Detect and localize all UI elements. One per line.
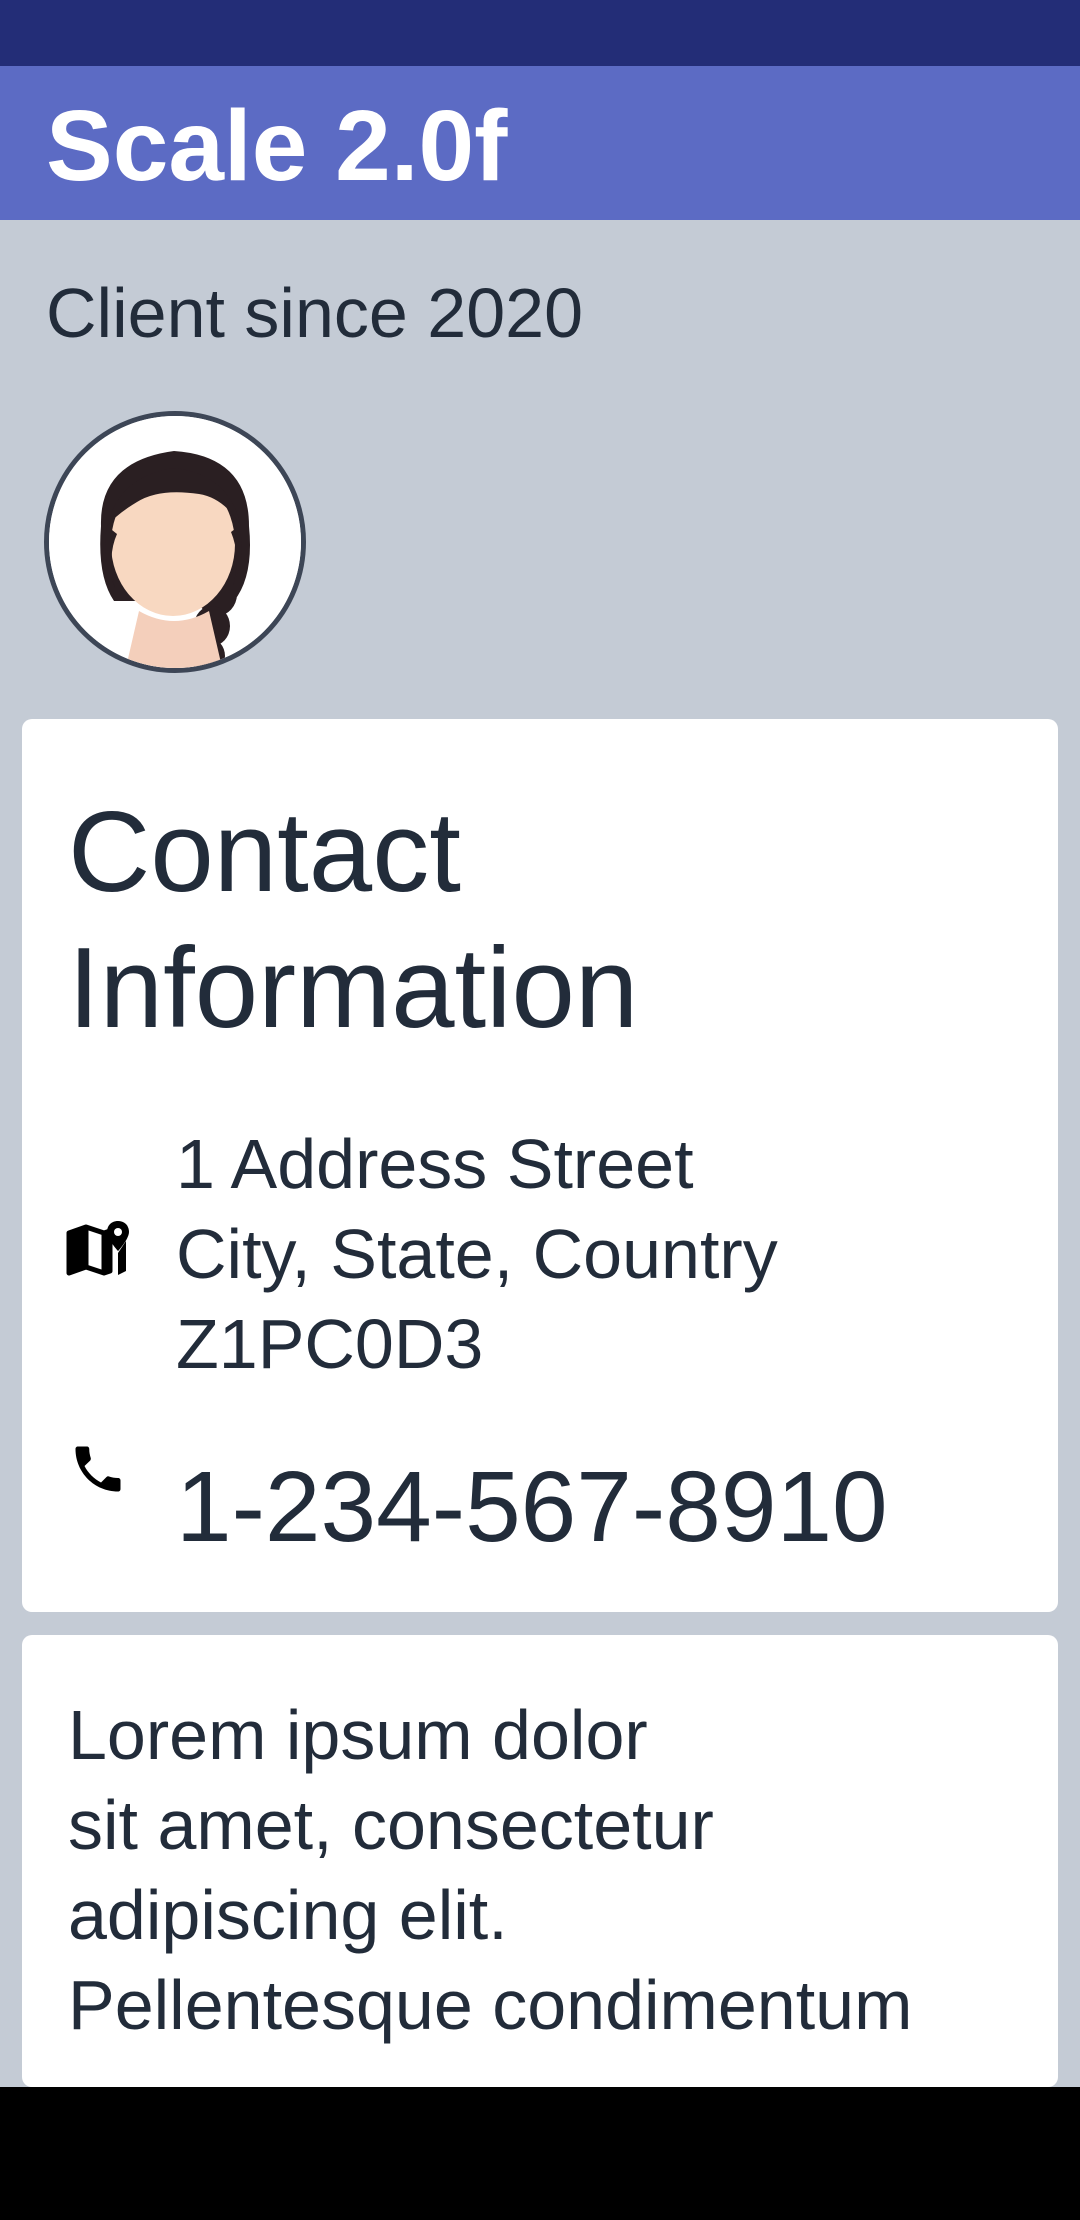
avatar (44, 411, 306, 673)
address: 1 Address Street City, State, Country Z1… (176, 1119, 778, 1389)
status-bar (0, 0, 1080, 66)
address-line: 1 Address Street (176, 1125, 694, 1203)
contact-title-line: Contact (68, 789, 461, 916)
navigation-bar (0, 2087, 1080, 2220)
avatar-woman-icon (49, 416, 301, 668)
address-line: City, State, Country (176, 1215, 778, 1293)
about-line: sit amet, consectetur (68, 1786, 714, 1864)
about-text: Lorem ipsum dolor sit amet, consectetur … (68, 1690, 912, 2050)
app-title: Scale 2.0f (46, 90, 508, 202)
contact-card: Contact Information 1 Address Street Cit… (22, 719, 1058, 1612)
app-bar: Scale 2.0f (0, 66, 1080, 220)
contact-title: Contact Information (68, 785, 638, 1057)
phone-number[interactable]: 1-234-567-8910 (176, 1457, 888, 1557)
contact-title-line: Information (68, 925, 639, 1052)
phone-icon (75, 1446, 121, 1492)
about-card: Lorem ipsum dolor sit amet, consectetur … (22, 1635, 1058, 2087)
about-line: Pellentesque condimentum (68, 1966, 913, 2044)
about-line: adipiscing elit. (68, 1876, 508, 1954)
client-since-text: Client since 2020 (46, 274, 583, 352)
about-line: Lorem ipsum dolor (68, 1696, 648, 1774)
address-line: Z1PC0D3 (176, 1305, 484, 1383)
map-icon (66, 1221, 129, 1276)
